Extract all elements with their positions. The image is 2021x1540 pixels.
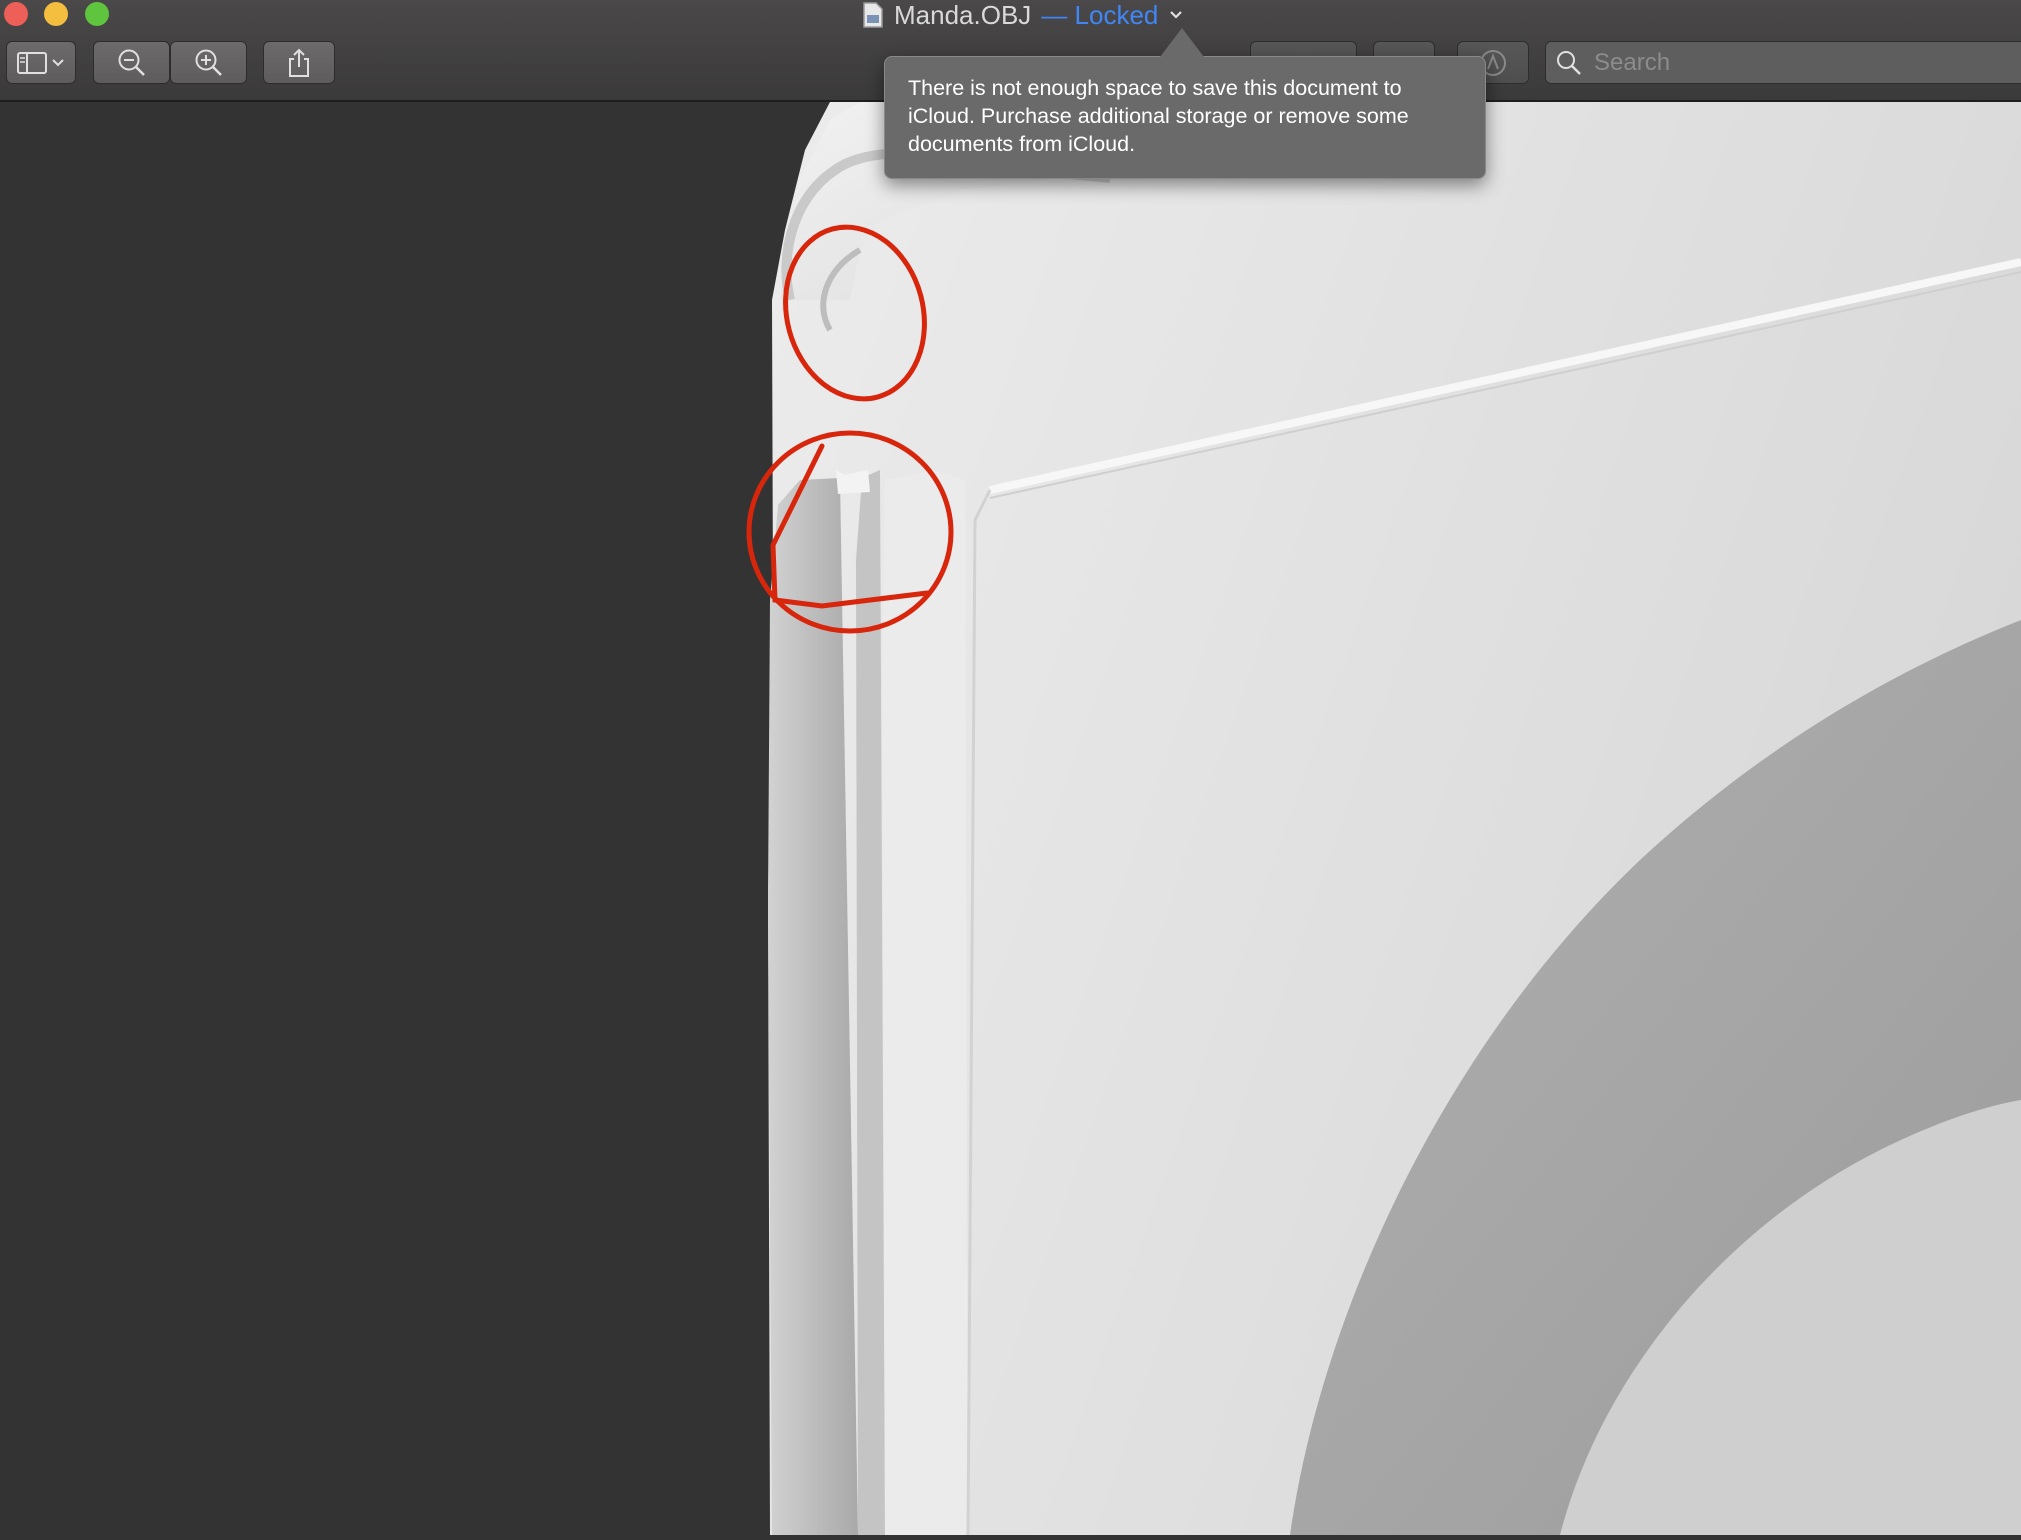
chevron-down-icon[interactable] — [1168, 7, 1184, 23]
sidebar-toggle-button[interactable] — [6, 41, 76, 84]
tooltip-message: There is not enough space to save this d… — [908, 76, 1409, 156]
icloud-storage-tooltip: There is not enough space to save this d… — [884, 56, 1486, 179]
file-name: Manda.OBJ — [894, 0, 1032, 30]
tooltip-arrow — [1160, 28, 1204, 57]
model-viewport[interactable] — [0, 102, 2021, 1536]
zoom-out-button[interactable] — [93, 41, 170, 84]
minimize-button[interactable] — [44, 2, 68, 26]
locked-status: — Locked — [1041, 0, 1159, 30]
document-icon — [863, 2, 883, 28]
zoom-in-icon — [195, 49, 222, 76]
zoom-button[interactable] — [85, 2, 109, 26]
search-field[interactable]: Search — [1545, 41, 2021, 84]
helmet-model — [768, 102, 2021, 1536]
zoom-in-button[interactable] — [170, 41, 247, 84]
document-title[interactable]: Manda.OBJ — Locked — [862, 0, 1184, 30]
search-icon — [1557, 50, 1581, 75]
search-placeholder: Search — [1594, 48, 1671, 76]
close-button[interactable] — [4, 2, 28, 26]
sidebar-toggle-icon — [17, 51, 64, 74]
share-button[interactable] — [263, 41, 335, 84]
share-icon — [289, 48, 309, 77]
zoom-out-icon — [118, 49, 145, 76]
